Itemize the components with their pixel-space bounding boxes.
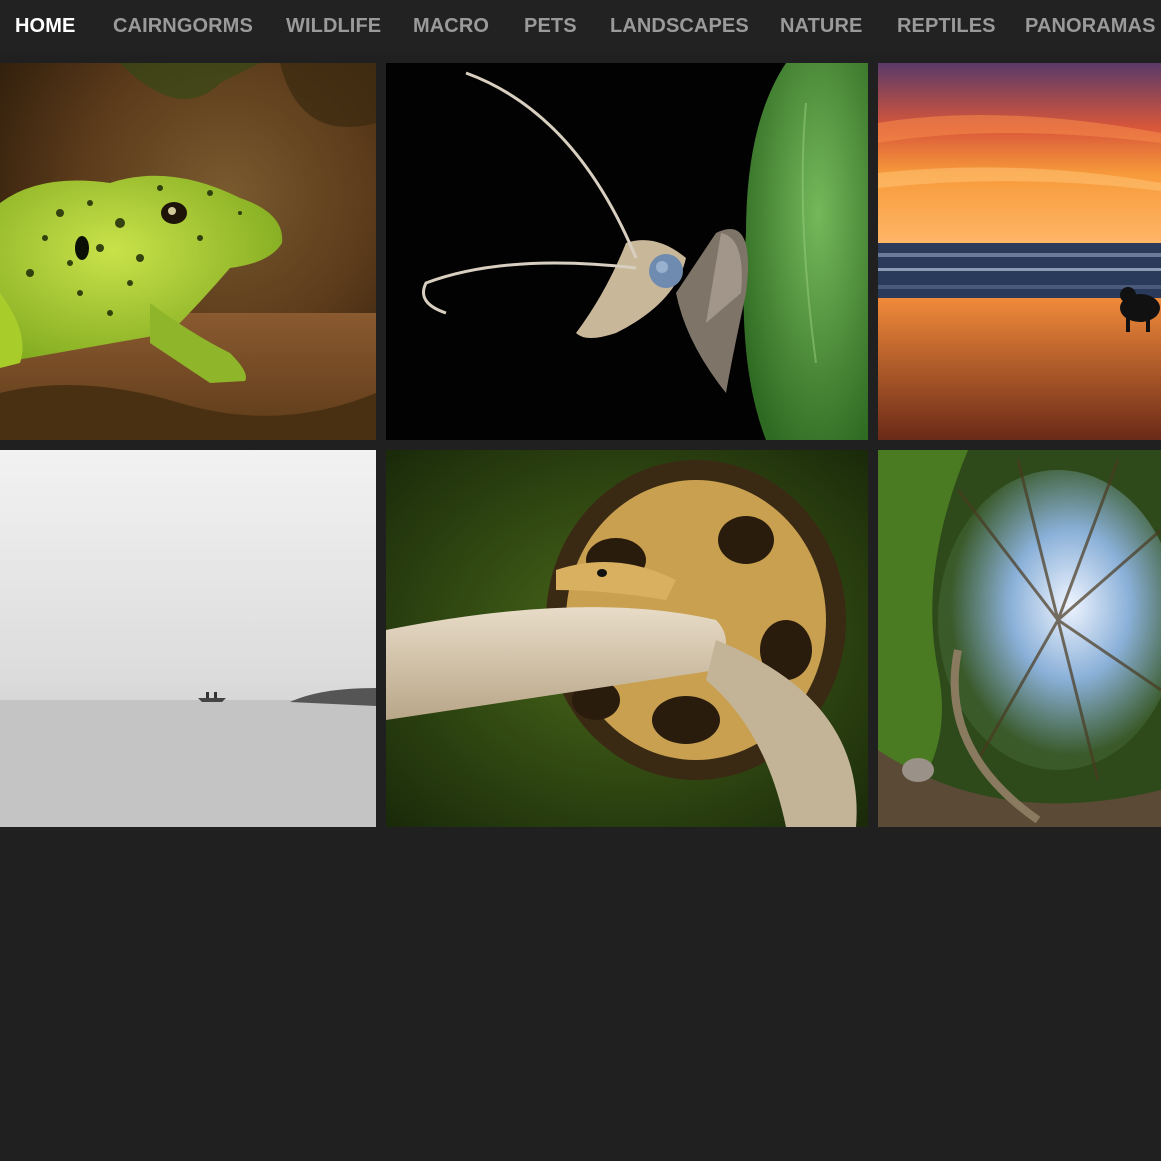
photo-tile-lizard[interactable] [0,63,376,440]
python-image [386,450,868,827]
nav-item-macro[interactable]: MACRO [413,15,489,38]
nav-item-home[interactable]: HOME [15,15,75,38]
photo-tile-moth[interactable] [386,63,868,440]
nav-item-wildlife[interactable]: WILDLIFE [286,15,381,38]
nav-item-cairngorms[interactable]: CAIRNGORMS [113,15,253,38]
sunset-beach-image [878,63,1161,440]
nav-item-panoramas[interactable]: PANORAMAS [1025,15,1156,38]
misty-loch-image [0,450,376,827]
photo-tile-tiny-planet[interactable] [878,450,1161,827]
nav-item-reptiles[interactable]: REPTILES [897,15,996,38]
main-navigation: HOME CAIRNGORMS WILDLIFE MACRO PETS LAND… [0,0,1161,55]
photo-tile-sunset-beach[interactable] [878,63,1161,440]
nav-item-pets[interactable]: PETS [524,15,577,38]
lizard-image [0,63,376,440]
nav-item-nature[interactable]: NATURE [780,15,862,38]
moth-image [386,63,868,440]
nav-item-landscapes[interactable]: LANDSCAPES [610,15,749,38]
photo-tile-misty-loch[interactable] [0,450,376,827]
photo-tile-python[interactable] [386,450,868,827]
tiny-planet-image [878,450,1161,827]
